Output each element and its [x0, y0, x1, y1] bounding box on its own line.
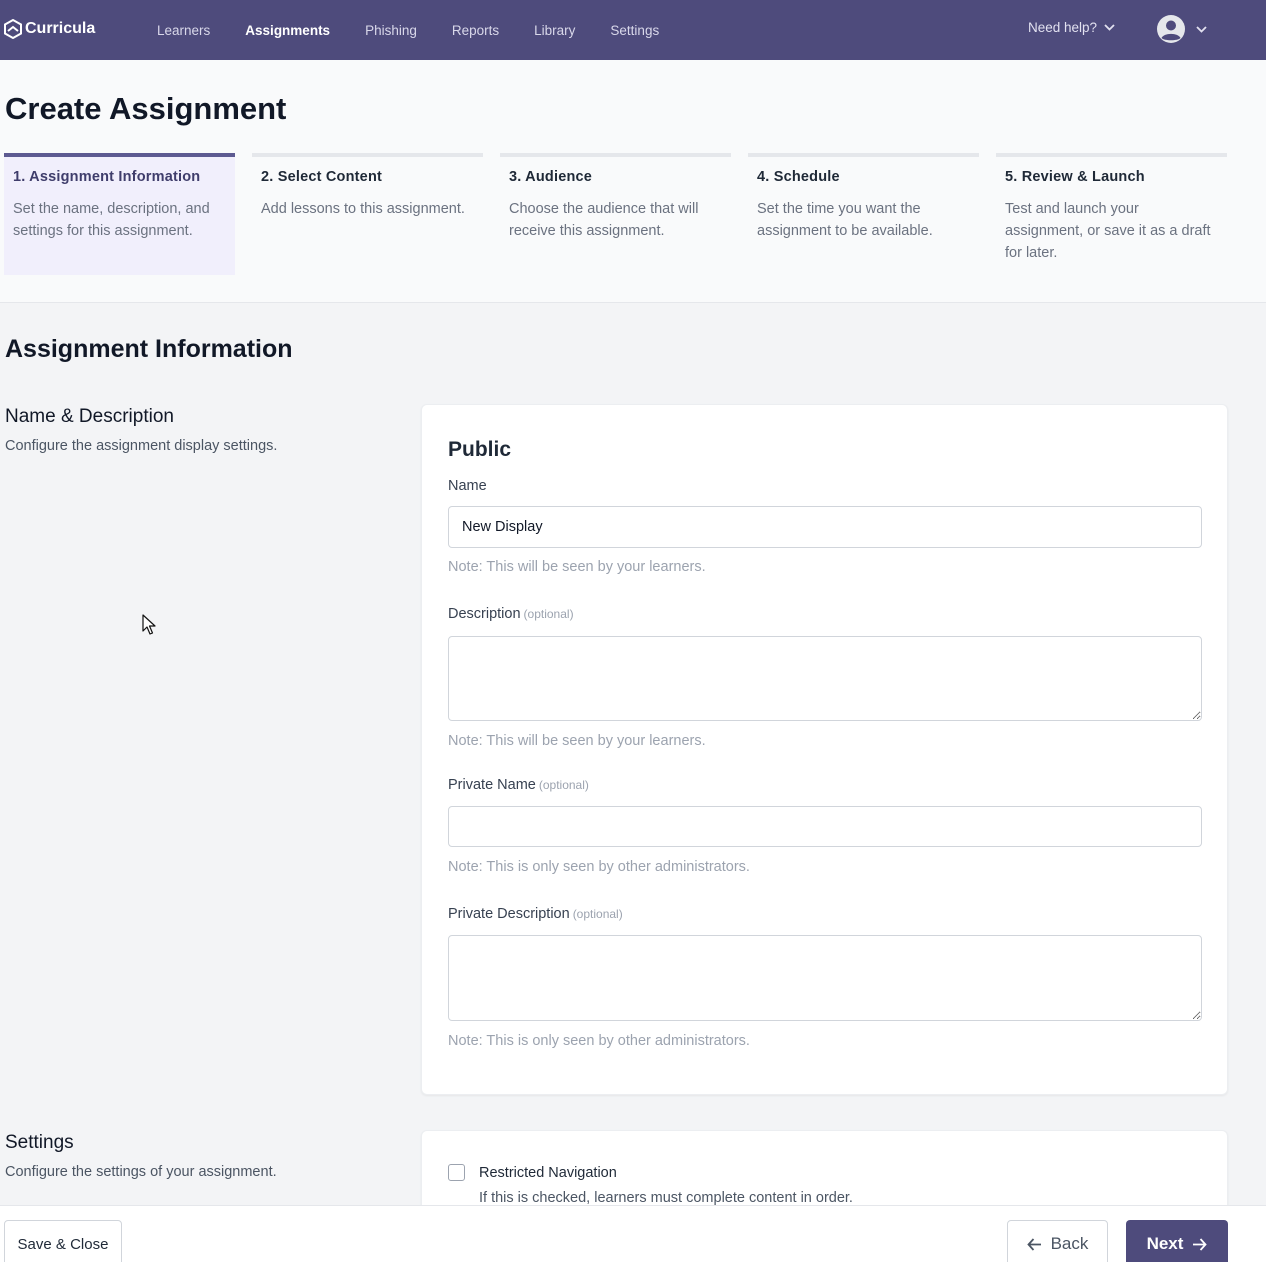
- private-name-input[interactable]: [448, 806, 1202, 847]
- step-description: Add lessons to this assignment.: [261, 201, 465, 217]
- name-input[interactable]: [448, 506, 1202, 548]
- user-avatar-icon: [1157, 15, 1185, 43]
- save-close-label: Save & Close: [17, 1235, 109, 1253]
- next-label: Next: [1146, 1234, 1184, 1253]
- step-assignment-information[interactable]: 1. Assignment Information Set the name, …: [4, 153, 235, 275]
- brand-name: Curricula: [25, 20, 96, 37]
- description-note: Note: This will be seen by your learners…: [448, 733, 706, 749]
- next-button[interactable]: Next: [1126, 1220, 1228, 1262]
- arrow-left-icon: [1026, 1237, 1041, 1251]
- step-description: Choose the audience that will receive th…: [509, 201, 699, 239]
- nav-library[interactable]: Library: [534, 23, 575, 38]
- mouse-cursor-icon: [142, 614, 156, 635]
- nav-reports[interactable]: Reports: [452, 23, 499, 38]
- public-card: Public Name Note: This will be seen by y…: [421, 404, 1228, 1095]
- step-title: 2. Select Content: [261, 169, 383, 185]
- step-description: Set the name, description, and settings …: [13, 201, 210, 239]
- settings-title: Settings: [5, 1132, 74, 1153]
- user-menu[interactable]: [1156, 14, 1207, 44]
- private-name-label: Private Name (optional): [448, 777, 589, 793]
- save-close-button[interactable]: Save & Close: [4, 1220, 122, 1262]
- chevron-down-icon: [1104, 24, 1115, 31]
- restricted-navigation-label[interactable]: Restricted Navigation: [479, 1165, 617, 1181]
- wizard-steps: 1. Assignment Information Set the name, …: [4, 153, 1227, 275]
- section-heading: Assignment Information: [5, 335, 293, 363]
- settings-desc: Configure the settings of your assignmen…: [5, 1164, 277, 1180]
- name-label: Name: [448, 478, 487, 494]
- step-description: Set the time you want the assignment to …: [757, 201, 933, 239]
- description-textarea[interactable]: [448, 636, 1202, 721]
- restricted-navigation-checkbox[interactable]: [448, 1164, 465, 1181]
- back-label: Back: [1050, 1234, 1089, 1253]
- need-help-menu[interactable]: Need help?: [1028, 20, 1115, 35]
- restricted-navigation-desc: If this is checked, learners must comple…: [479, 1190, 853, 1206]
- arrow-right-icon: [1193, 1237, 1208, 1251]
- private-description-textarea[interactable]: [448, 935, 1202, 1021]
- step-title: 3. Audience: [509, 169, 593, 185]
- step-review-launch[interactable]: 5. Review & Launch Test and launch your …: [996, 153, 1227, 275]
- chevron-down-icon: [1196, 25, 1207, 33]
- need-help-label: Need help?: [1028, 20, 1098, 35]
- nav-learners[interactable]: Learners: [157, 23, 210, 38]
- step-select-content[interactable]: 2. Select Content Add lessons to this as…: [252, 153, 483, 275]
- wizard-footer: Save & Close Back Next: [0, 1205, 1266, 1262]
- back-button[interactable]: Back: [1007, 1220, 1108, 1262]
- brand-logo[interactable]: Curricula: [4, 19, 95, 39]
- page-title: Create Assignment: [5, 91, 287, 126]
- card-title: Public: [448, 438, 512, 461]
- top-nav: Curricula Learners Assignments Phishing …: [0, 0, 1266, 60]
- description-label: Description (optional): [448, 606, 574, 622]
- name-description-desc: Configure the assignment display setting…: [5, 438, 278, 454]
- wizard-header: Create Assignment 1. Assignment Informat…: [0, 60, 1266, 303]
- step-audience[interactable]: 3. Audience Choose the audience that wil…: [500, 153, 731, 275]
- private-description-note: Note: This is only seen by other adminis…: [448, 1033, 750, 1049]
- nav-settings[interactable]: Settings: [610, 23, 659, 38]
- step-title: 4. Schedule: [757, 169, 840, 185]
- restricted-navigation-row: Restricted Navigation: [448, 1164, 617, 1181]
- step-schedule[interactable]: 4. Schedule Set the time you want the as…: [748, 153, 979, 275]
- name-description-title: Name & Description: [5, 406, 174, 427]
- nav-links: Learners Assignments Phishing Reports Li…: [157, 0, 694, 60]
- nav-assignments[interactable]: Assignments: [245, 23, 330, 38]
- step-title: 5. Review & Launch: [1005, 169, 1145, 185]
- name-note: Note: This will be seen by your learners…: [448, 559, 706, 575]
- private-name-note: Note: This is only seen by other adminis…: [448, 859, 750, 875]
- step-description: Test and launch your assignment, or save…: [1005, 201, 1211, 261]
- curricula-logo-icon: [4, 19, 22, 39]
- nav-phishing[interactable]: Phishing: [365, 23, 417, 38]
- private-description-label: Private Description (optional): [448, 906, 623, 922]
- step-title: 1. Assignment Information: [13, 169, 201, 185]
